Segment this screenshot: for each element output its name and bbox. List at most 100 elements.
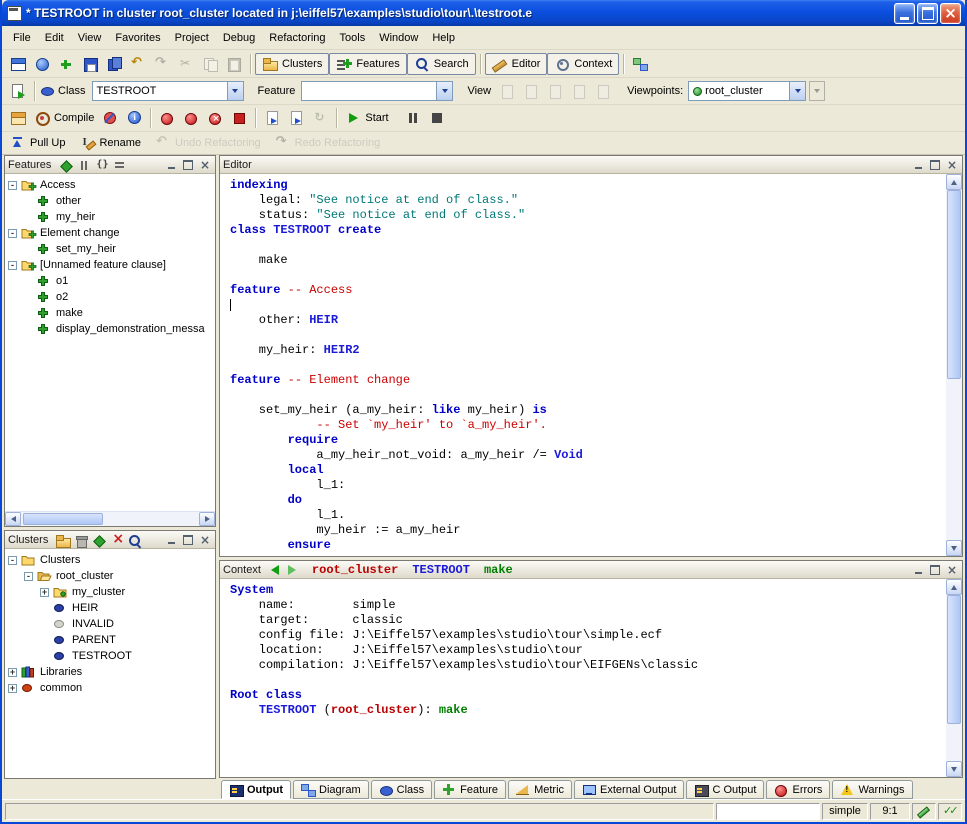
tab-feature[interactable]: Feature bbox=[434, 780, 506, 799]
compile-button[interactable]: Compile bbox=[30, 107, 98, 129]
scrollbar-track[interactable] bbox=[946, 595, 962, 761]
search-tool-button[interactable]: Search bbox=[407, 53, 476, 75]
feature-alias-icon[interactable] bbox=[94, 158, 109, 172]
history-forward-button[interactable] bbox=[285, 563, 299, 577]
cancel-compile-button[interactable] bbox=[98, 107, 122, 129]
diagram-tool-button[interactable] bbox=[628, 53, 652, 75]
panel-minimize-icon[interactable] bbox=[164, 159, 178, 171]
tab-c-output[interactable]: C Output bbox=[686, 780, 764, 799]
editor-code-area[interactable]: indexing legal: "See notice at end of cl… bbox=[220, 174, 946, 556]
panel-maximize-icon[interactable] bbox=[181, 159, 195, 171]
class-combobox[interactable]: TESTROOT bbox=[92, 81, 244, 101]
context-tool-button[interactable]: Context bbox=[547, 53, 619, 75]
panel-close-icon[interactable] bbox=[198, 534, 212, 546]
text-view-button[interactable] bbox=[495, 80, 519, 102]
sort-icon[interactable] bbox=[112, 158, 127, 172]
start-button[interactable]: Start bbox=[341, 107, 392, 129]
tree-item-o1[interactable]: o1 bbox=[5, 273, 215, 289]
menu-tools[interactable]: Tools bbox=[333, 29, 373, 47]
menu-debug[interactable]: Debug bbox=[216, 29, 262, 47]
features-horizontal-scrollbar[interactable] bbox=[5, 511, 215, 526]
menu-edit[interactable]: Edit bbox=[38, 29, 71, 47]
tree-item-clusters[interactable]: -Clusters bbox=[5, 552, 215, 568]
context-body[interactable]: System name: simple target: classic conf… bbox=[220, 579, 962, 777]
panel-maximize-icon[interactable] bbox=[928, 159, 942, 171]
c-compilation-button[interactable] bbox=[6, 107, 30, 129]
tab-metric[interactable]: Metric bbox=[508, 780, 572, 799]
interface-view-button[interactable] bbox=[591, 80, 615, 102]
tab-diagram[interactable]: Diagram bbox=[293, 780, 369, 799]
tree-item-parent[interactable]: PARENT bbox=[5, 632, 215, 648]
panel-maximize-icon[interactable] bbox=[928, 564, 942, 576]
stop-points-button[interactable] bbox=[227, 107, 251, 129]
feature-clauses-icon[interactable] bbox=[58, 158, 73, 172]
tree-expander-minus[interactable]: - bbox=[8, 229, 17, 238]
paste-button[interactable] bbox=[222, 53, 246, 75]
tree-item-my-cluster[interactable]: +my_cluster bbox=[5, 584, 215, 600]
scroll-up-button[interactable] bbox=[946, 579, 962, 595]
restore-button[interactable] bbox=[917, 3, 938, 24]
context-code-area[interactable]: System name: simple target: classic conf… bbox=[220, 579, 946, 777]
stop-button[interactable] bbox=[425, 107, 449, 129]
open-button[interactable] bbox=[30, 53, 54, 75]
cut-button[interactable] bbox=[174, 53, 198, 75]
tree-item-o2[interactable]: o2 bbox=[5, 289, 215, 305]
rename-button[interactable]: Rename bbox=[75, 132, 145, 154]
flat-view-button[interactable] bbox=[543, 80, 567, 102]
pull-up-button[interactable]: Pull Up bbox=[6, 132, 69, 154]
editor-body[interactable]: indexing legal: "See notice at end of cl… bbox=[220, 174, 962, 556]
menu-refactoring[interactable]: Refactoring bbox=[262, 29, 332, 47]
tree-item-set-my-heir[interactable]: set_my_heir bbox=[5, 241, 215, 257]
tree-item-element-change[interactable]: -Element change bbox=[5, 225, 215, 241]
status-edit-mode[interactable] bbox=[912, 803, 936, 820]
undo-refactoring-button[interactable]: Undo Refactoring bbox=[151, 132, 265, 154]
tree-item-libraries[interactable]: +Libraries bbox=[5, 664, 215, 680]
step-over-button[interactable] bbox=[284, 107, 308, 129]
tree-item-unnamed-feature-clause[interactable]: -[Unnamed feature clause] bbox=[5, 257, 215, 273]
copy-button[interactable] bbox=[198, 53, 222, 75]
menu-help[interactable]: Help bbox=[425, 29, 462, 47]
panel-close-icon[interactable] bbox=[945, 564, 959, 576]
features-tool-button[interactable]: Features bbox=[329, 53, 406, 75]
menu-file[interactable]: File bbox=[6, 29, 38, 47]
save-all-button[interactable] bbox=[102, 53, 126, 75]
tree-item-other[interactable]: other bbox=[5, 193, 215, 209]
tree-expander-plus[interactable]: + bbox=[8, 684, 17, 693]
tab-external-output[interactable]: External Output bbox=[574, 780, 684, 799]
scrollbar-thumb[interactable] bbox=[947, 190, 961, 379]
scroll-up-button[interactable] bbox=[946, 174, 962, 190]
context-crumb-root-cluster[interactable]: root_cluster bbox=[312, 563, 398, 577]
scrollbar-track[interactable] bbox=[21, 512, 199, 526]
tree-expander-minus[interactable]: - bbox=[24, 572, 33, 581]
scrollbar-thumb[interactable] bbox=[23, 513, 103, 525]
open-file-button[interactable] bbox=[6, 80, 30, 102]
tree-expander-plus[interactable]: + bbox=[40, 588, 49, 597]
scrollbar-track[interactable] bbox=[946, 190, 962, 540]
tab-class[interactable]: Class bbox=[371, 780, 433, 799]
tree-item-invalid[interactable]: INVALID bbox=[5, 616, 215, 632]
context-vertical-scrollbar[interactable] bbox=[946, 579, 962, 777]
contract-view-button[interactable] bbox=[567, 80, 591, 102]
remove-icon[interactable] bbox=[109, 533, 124, 547]
add-cluster-icon[interactable] bbox=[55, 533, 70, 547]
tree-expander-plus[interactable]: + bbox=[8, 668, 17, 677]
tree-item-my-heir[interactable]: my_heir bbox=[5, 209, 215, 225]
pause-button[interactable] bbox=[401, 107, 425, 129]
scroll-left-button[interactable] bbox=[5, 512, 21, 526]
feature-combobox[interactable] bbox=[301, 81, 453, 101]
menu-favorites[interactable]: Favorites bbox=[108, 29, 167, 47]
tab-output[interactable]: Output bbox=[221, 780, 291, 799]
tree-item-make[interactable]: make bbox=[5, 305, 215, 321]
scroll-down-button[interactable] bbox=[946, 540, 962, 556]
redo-button[interactable] bbox=[150, 53, 174, 75]
tree-item-access[interactable]: -Access bbox=[5, 177, 215, 193]
new-window-button[interactable] bbox=[6, 53, 30, 75]
search-cluster-icon[interactable] bbox=[127, 533, 142, 547]
scroll-down-button[interactable] bbox=[946, 761, 962, 777]
save-button[interactable] bbox=[78, 53, 102, 75]
panel-close-icon[interactable] bbox=[198, 159, 212, 171]
tab-warnings[interactable]: Warnings bbox=[832, 780, 912, 799]
tab-errors[interactable]: Errors bbox=[766, 780, 830, 799]
tree-item-heir[interactable]: HEIR bbox=[5, 600, 215, 616]
panel-minimize-icon[interactable] bbox=[911, 564, 925, 576]
